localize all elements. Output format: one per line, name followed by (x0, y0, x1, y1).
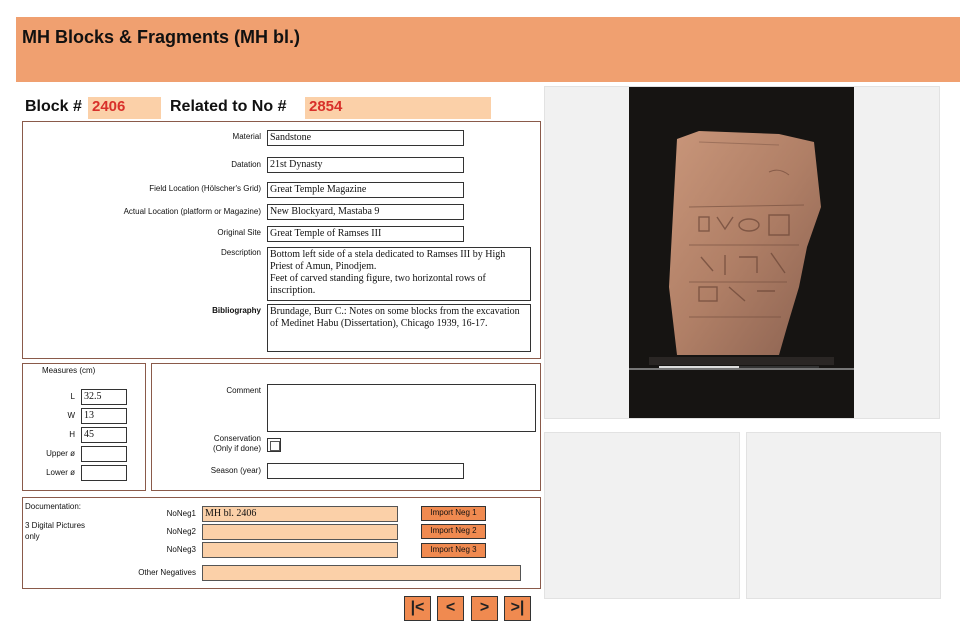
lower-diameter-label: Lower ø (46, 468, 75, 477)
stela-photo[interactable] (629, 87, 854, 418)
documentation-note-2: only (25, 532, 40, 541)
conservation-checkbox[interactable] (267, 438, 281, 452)
datation-label: Datation (231, 160, 261, 169)
checkbox-inner (270, 441, 280, 451)
stela-fragment-image (629, 131, 854, 370)
original-site-field[interactable]: Great Temple of Ramses III (267, 226, 464, 242)
previous-record-button[interactable]: < (437, 596, 464, 621)
neg3-field[interactable] (202, 542, 398, 558)
width-field[interactable]: 13 (81, 408, 127, 424)
image-slot-3[interactable] (746, 432, 941, 599)
neg1-label: NoNeg1 (166, 509, 196, 518)
season-field[interactable] (267, 463, 464, 479)
block-number-label: Block # (25, 98, 82, 115)
other-negatives-label: Other Negatives (138, 568, 196, 577)
lower-diameter-field[interactable] (81, 465, 127, 481)
neg3-label: NoNeg3 (166, 545, 196, 554)
original-site-label: Original Site (217, 228, 261, 237)
documentation-title: Documentation: (25, 502, 82, 511)
other-negatives-field[interactable] (202, 565, 521, 581)
material-label: Material (232, 132, 261, 141)
height-field[interactable]: 45 (81, 427, 127, 443)
description-field[interactable]: Bottom left side of a stela dedicated to… (267, 247, 531, 301)
import-neg2-button[interactable]: Import Neg 2 (421, 524, 486, 539)
length-field[interactable]: 32.5 (81, 389, 127, 405)
bibliography-label: Bibliography (212, 306, 261, 315)
block-number-field[interactable]: 2406 (88, 97, 161, 119)
first-record-button[interactable]: |< (404, 596, 431, 621)
description-text-2: Feet of carved standing figure, two hori… (270, 273, 486, 296)
measures-title: Measures (cm) (42, 366, 96, 375)
neg2-label: NoNeg2 (166, 527, 196, 536)
width-label: W (67, 411, 75, 420)
upper-diameter-label: Upper ø (46, 449, 75, 458)
conservation-label: Conservation (213, 434, 261, 443)
related-number-field[interactable]: 2854 (305, 97, 491, 119)
documentation-note-1: 3 Digital Pictures (25, 521, 86, 530)
height-label: H (69, 430, 75, 439)
description-label: Description (220, 248, 261, 257)
actual-location-label: Actual Location (platform or Magazine) (123, 207, 261, 216)
datation-field[interactable]: 21st Dynasty (267, 157, 464, 173)
image-slot-2[interactable] (544, 432, 740, 599)
page-title: MH Blocks & Fragments (MH bl.) (22, 27, 301, 47)
upper-diameter-field[interactable] (81, 446, 127, 462)
length-label: L (70, 392, 75, 401)
season-label: Season (year) (210, 466, 261, 475)
import-neg1-button[interactable]: Import Neg 1 (421, 506, 486, 521)
comment-label: Comment (226, 386, 261, 395)
material-field[interactable]: Sandstone (267, 130, 464, 146)
last-record-button[interactable]: >| (504, 596, 531, 621)
actual-location-field[interactable]: New Blockyard, Mastaba 9 (267, 204, 464, 220)
field-location-field[interactable]: Great Temple Magazine (267, 182, 464, 198)
bibliography-field[interactable]: Brundage, Burr C.: Notes on some blocks … (267, 304, 531, 352)
import-neg3-button[interactable]: Import Neg 3 (421, 543, 486, 558)
neg2-field[interactable] (202, 524, 398, 540)
next-record-button[interactable]: > (471, 596, 498, 621)
related-label: Related to No # (170, 98, 287, 115)
comment-field[interactable] (267, 384, 536, 432)
conservation-sublabel: (Only if done) (212, 444, 261, 453)
field-location-label: Field Location (Hölscher's Grid) (149, 184, 261, 193)
description-text-1: Bottom left side of a stela dedicated to… (270, 249, 506, 272)
neg1-field[interactable]: MH bl. 2406 (202, 506, 398, 522)
